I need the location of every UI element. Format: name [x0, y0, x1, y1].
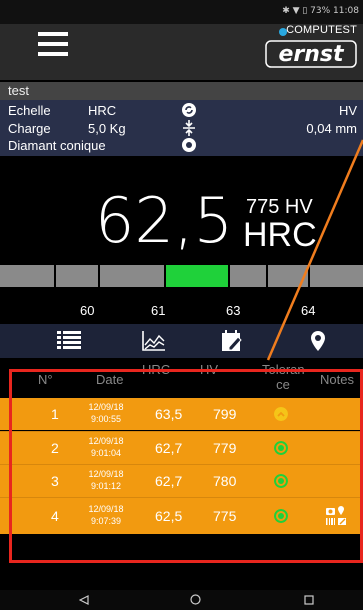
compress-icon[interactable]: [183, 120, 195, 136]
scale-segment: [100, 265, 164, 287]
status-icons: ✱ ▼ ▯ 73% 11:08: [282, 6, 359, 16]
test-title-bar: test: [0, 82, 363, 100]
scale-segment: [268, 265, 308, 287]
unit-label: HRC: [243, 216, 317, 254]
tolerance-scale: [0, 265, 363, 287]
home-icon[interactable]: [190, 594, 201, 605]
menu-icon[interactable]: [38, 32, 68, 58]
view-toolbar: [0, 324, 363, 358]
echelle-label: Echelle: [8, 103, 51, 118]
echelle-value: HRC: [88, 103, 117, 118]
refresh-icon[interactable]: [182, 103, 196, 117]
brand-name: COMPUTEST: [286, 24, 357, 36]
scale-segment: [56, 265, 98, 287]
ernst-logo: ernst: [265, 40, 357, 68]
scale-segment: [0, 265, 54, 287]
list-icon[interactable]: [57, 330, 81, 352]
charge-label: Charge: [8, 121, 51, 136]
test-title: test: [8, 83, 29, 98]
scale-segment: [310, 265, 363, 287]
current-value-marker: [166, 265, 228, 287]
charge-value: 5,0 Kg: [88, 121, 126, 136]
recents-icon[interactable]: [304, 595, 314, 605]
scale-tick: 61: [151, 303, 166, 318]
navigation-bar: [0, 590, 363, 610]
location-icon[interactable]: [306, 330, 330, 352]
echelle-alt-value: HV: [338, 103, 357, 118]
back-icon[interactable]: [79, 595, 89, 605]
status-bar: ✱ ▼ ▯ 73% 11:08: [0, 0, 363, 24]
hardness-value: 62,5: [95, 184, 234, 257]
charge-alt-value: 0,04 mm: [306, 121, 357, 136]
highlight-box: [9, 369, 363, 563]
logo-text: ernst: [278, 42, 345, 67]
chart-icon[interactable]: [142, 330, 166, 352]
indenter-icon[interactable]: [182, 138, 196, 152]
scale-tick: 63: [226, 303, 241, 318]
calendar-edit-icon[interactable]: [221, 330, 245, 352]
scale-tick: 64: [301, 303, 316, 318]
scale-segment: [230, 265, 266, 287]
indenter-label: Diamant conique: [8, 138, 106, 153]
scale-tick: 60: [80, 303, 95, 318]
